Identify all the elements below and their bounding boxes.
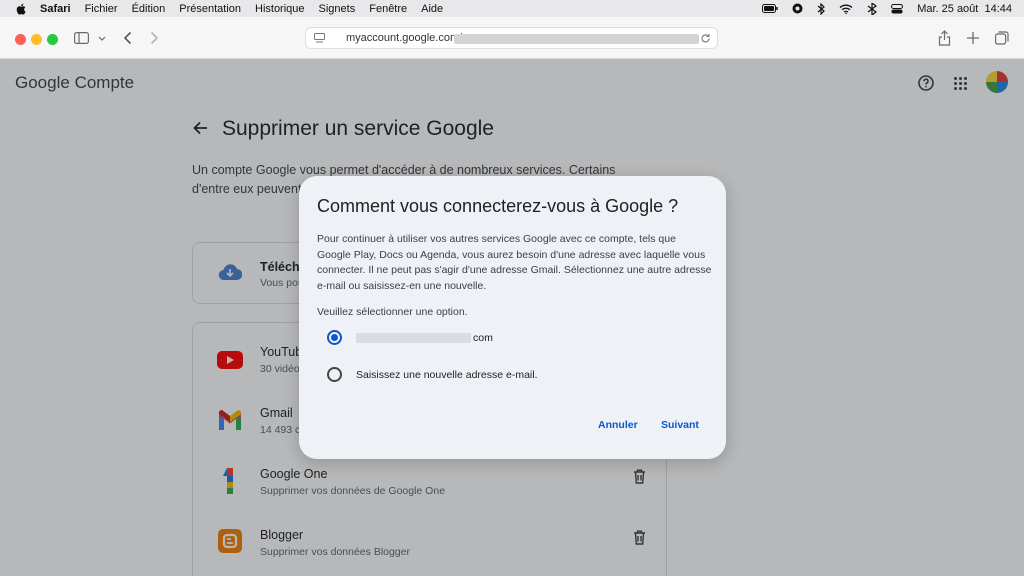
menu-edition[interactable]: Édition	[132, 3, 166, 15]
chevron-down-icon[interactable]	[98, 36, 106, 41]
menu-fenetre[interactable]: Fenêtre	[369, 3, 407, 15]
address-bar[interactable]: myaccount.google.com/	[305, 27, 718, 49]
sidebar-toggle-icon[interactable]	[74, 32, 89, 44]
safari-toolbar: myaccount.google.com/	[0, 17, 1024, 59]
apple-logo-icon[interactable]	[14, 3, 28, 15]
window-minimize-button[interactable]	[31, 34, 42, 45]
menu-fichier[interactable]: Fichier	[85, 3, 118, 15]
wifi-icon[interactable]	[839, 4, 853, 14]
dialog-prompt: Veuillez sélectionner une option.	[317, 306, 468, 318]
email-redacted	[356, 332, 471, 343]
macos-menubar: Safari Fichier Édition Présentation Hist…	[0, 0, 1024, 17]
url-redacted	[454, 34, 699, 44]
menu-signets[interactable]: Signets	[319, 3, 356, 15]
option-new-email[interactable]: Saisissez une nouvelle adresse e-mail.	[327, 367, 538, 382]
new-tab-icon[interactable]	[967, 32, 979, 44]
control-center-icon[interactable]	[891, 3, 904, 14]
sync-status-icon[interactable]	[792, 3, 803, 14]
battery-icon[interactable]	[762, 4, 778, 13]
tab-overview-icon[interactable]	[995, 31, 1009, 45]
bluetooth-icon[interactable]	[817, 2, 826, 15]
menu-historique[interactable]: Historique	[255, 3, 305, 15]
radio-existing-email[interactable]	[327, 330, 342, 345]
radio-new-email[interactable]	[327, 367, 342, 382]
sign-in-method-dialog: Comment vous connecterez-vous à Google ?…	[299, 176, 726, 459]
back-icon[interactable]	[123, 31, 132, 45]
page-menu-icon[interactable]	[314, 33, 325, 44]
menu-presentation[interactable]: Présentation	[179, 3, 241, 15]
menubar-clock[interactable]: Mar. 25 août 14:44	[917, 3, 1012, 15]
menu-aide[interactable]: Aide	[421, 3, 443, 15]
url-text: myaccount.google.com/	[346, 32, 463, 44]
dialog-title: Comment vous connecterez-vous à Google ?	[317, 196, 679, 216]
existing-email-label: com	[356, 332, 493, 344]
airdrop-icon[interactable]	[867, 2, 878, 15]
cancel-button[interactable]: Annuler	[598, 419, 638, 431]
window-close-button[interactable]	[15, 34, 26, 45]
menu-safari[interactable]: Safari	[40, 3, 71, 15]
share-icon[interactable]	[938, 30, 951, 46]
next-button[interactable]: Suivant	[661, 419, 699, 431]
option-existing-email[interactable]: com	[327, 330, 493, 345]
dialog-body: Pour continuer à utiliser vos autres ser…	[317, 233, 712, 292]
forward-icon[interactable]	[150, 31, 159, 45]
reload-icon[interactable]	[700, 33, 711, 44]
window-zoom-button[interactable]	[47, 34, 58, 45]
new-email-label: Saisissez une nouvelle adresse e-mail.	[356, 368, 538, 381]
